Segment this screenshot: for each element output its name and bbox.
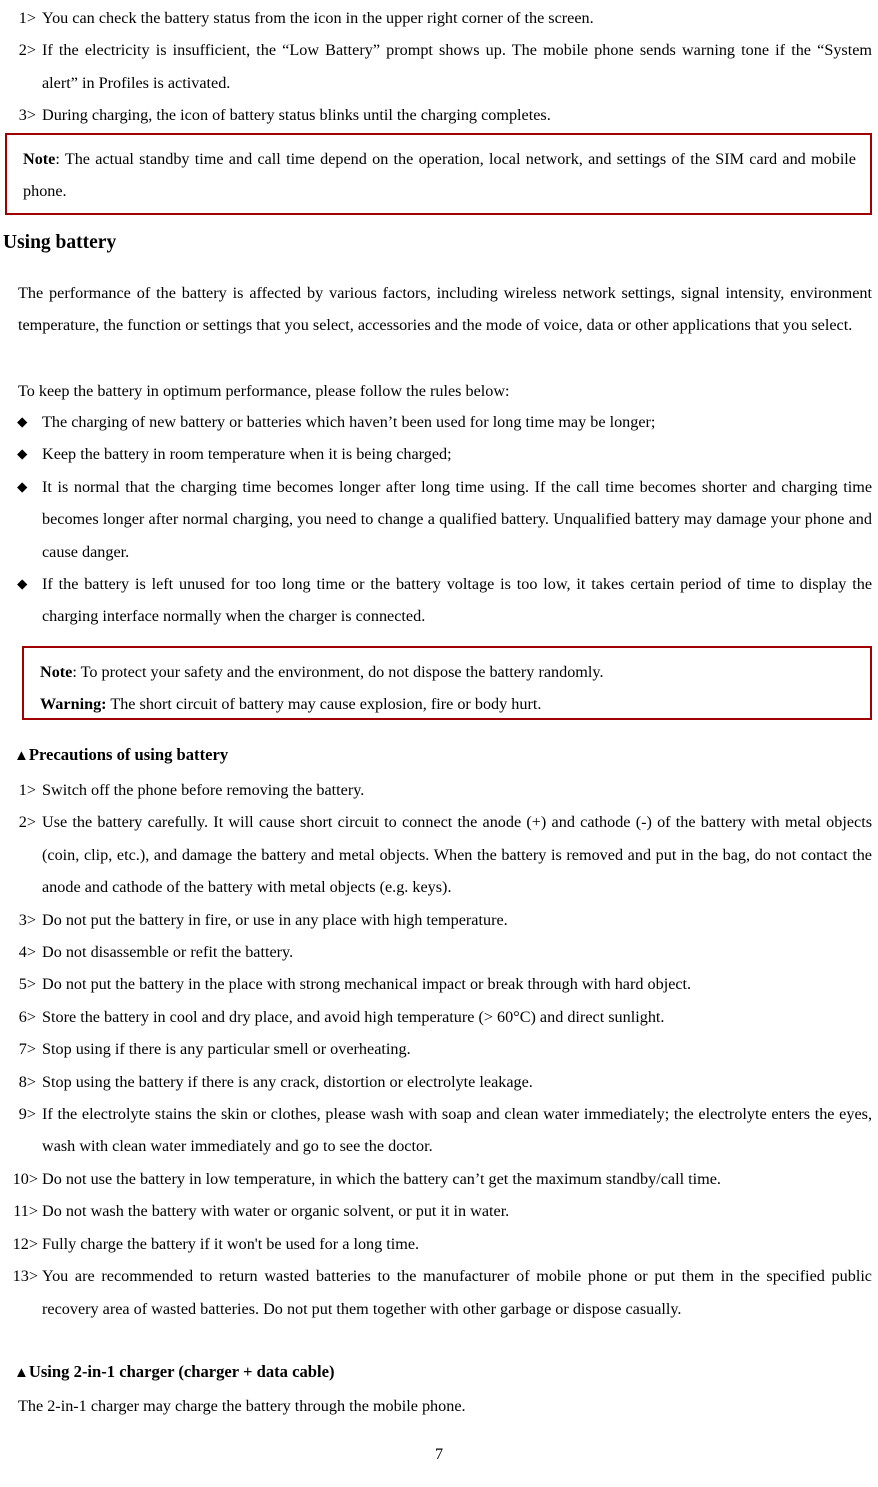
diamond-bullet-icon: ◆ [17, 576, 28, 592]
precaution-item: 10> Do not use the battery in low tempera… [0, 1163, 872, 1195]
precaution-marker: 9> [18, 1105, 36, 1124]
diamond-bullet-icon: ◆ [17, 414, 28, 429]
note-label: Note [40, 663, 73, 681]
precaution-item: 13> You are recommended to return wasted … [0, 1260, 872, 1325]
precaution-item: 6> Store the battery in cool and dry plac… [0, 1001, 872, 1033]
intro-list-text: You can check the battery status from th… [42, 9, 594, 27]
battery-rule-item: ◆ The charging of new battery or batterie… [0, 406, 872, 438]
battery-rule-text: It is normal that the charging time beco… [42, 477, 872, 561]
warning-paragraph: Warning: The short circuit of battery ma… [40, 688, 856, 720]
battery-rules-list: ◆ The charging of new battery or batterie… [0, 406, 872, 633]
precaution-item: 4> Do not disassemble or refit the batter… [0, 936, 872, 968]
precaution-text: Do not put the battery in fire, or use i… [42, 910, 508, 929]
precaution-text: Do not put the battery in the place with… [42, 975, 692, 994]
note-text: : The actual standby time and call time … [23, 150, 856, 201]
charger-paragraph: The 2-in-1 charger may charge the batter… [18, 1397, 466, 1415]
heading-using-2-in-1-charger: ▲Using 2-in-1 charger (charger + data ca… [14, 1360, 335, 1385]
battery-rule-item: ◆ Keep the battery in room temperature wh… [0, 438, 872, 470]
note-box-standby-time: Note: The actual standby time and call t… [5, 133, 872, 215]
warning-text: The short circuit of battery may cause e… [106, 695, 542, 714]
precaution-marker: 10> [12, 1169, 38, 1188]
heading-precautions-of-using-battery: ▲Precautions of using battery [14, 743, 228, 768]
precaution-marker: 5> [18, 975, 36, 994]
diamond-bullet-icon: ◆ [17, 478, 28, 494]
intro-list-item: 3> During charging, the icon of battery s… [0, 99, 872, 131]
page-number: 7 [434, 1445, 444, 1463]
precaution-marker: 12> [12, 1234, 38, 1253]
precaution-text: If the electrolyte stains the skin or cl… [42, 1105, 872, 1156]
intro-list-marker: 3> [18, 106, 36, 125]
precaution-item: 3> Do not put the battery in fire, or use… [0, 904, 872, 936]
battery-rule-item: ◆ It is normal that the charging time bec… [0, 471, 872, 568]
precaution-item: 9> If the electrolyte stains the skin or … [0, 1098, 872, 1163]
battery-rule-item: ◆ If the battery is left unused for too l… [0, 568, 872, 633]
note-box-standby-paragraph: Note: The actual standby time and call t… [23, 143, 856, 208]
battery-rule-text: The charging of new battery or batteries… [42, 413, 656, 431]
precaution-marker: 11> [13, 1202, 38, 1221]
intro-list-text: If the electricity is insufficient, the … [42, 41, 872, 92]
precaution-item: 8> Stop using the battery if there is any… [0, 1066, 872, 1098]
intro-list-marker: 1> [18, 9, 36, 27]
intro-numbered-list: 1> You can check the battery status from … [0, 2, 872, 132]
intro-list-marker: 2> [18, 41, 36, 60]
diamond-bullet-icon: ◆ [17, 446, 28, 462]
rules-intro-line: To keep the battery in optimum performan… [18, 382, 510, 400]
battery-rule-text: If the battery is left unused for too lo… [42, 575, 872, 626]
precaution-marker: 13> [12, 1267, 38, 1286]
triangle-icon: ▲ [14, 1365, 29, 1381]
heading-using-battery: Using battery [3, 232, 117, 253]
precaution-text: You are recommended to return wasted bat… [42, 1267, 872, 1318]
precaution-text: Stop using the battery if there is any c… [42, 1072, 533, 1091]
precaution-item: 5> Do not put the battery in the place wi… [0, 968, 872, 1000]
precaution-text: Fully charge the battery if it won't be … [42, 1234, 420, 1253]
precaution-text: Switch off the phone before removing the… [42, 781, 365, 799]
precaution-marker: 6> [18, 1007, 36, 1026]
precautions-numbered-list: 1> Switch off the phone before removing t… [0, 774, 872, 1325]
note-box-safety-warning: Note: To protect your safety and the env… [22, 646, 872, 720]
triangle-icon: ▲ [14, 748, 29, 764]
precaution-marker: 1> [18, 781, 36, 799]
precaution-text: Do not disassemble or refit the battery. [42, 943, 294, 962]
precaution-item: 12> Fully charge the battery if it won't … [0, 1228, 872, 1260]
precaution-item: 1> Switch off the phone before removing t… [0, 774, 872, 806]
heading-precautions-label: Precautions of using battery [28, 745, 229, 764]
warning-label: Warning: [40, 695, 107, 714]
precaution-marker: 8> [18, 1072, 36, 1091]
precaution-text: Use the battery carefully. It will cause… [42, 813, 872, 897]
document-page: 1> You can check the battery status from … [0, 0, 878, 1487]
precaution-text: Stop using if there is any particular sm… [42, 1040, 411, 1059]
note-text: : To protect your safety and the environ… [72, 663, 604, 681]
precaution-text: Do not use the battery in low temperatur… [42, 1169, 721, 1188]
precaution-text: Do not wash the battery with water or or… [42, 1202, 510, 1221]
intro-list-item: 2> If the electricity is insufficient, th… [0, 34, 872, 99]
heading-charger-label: Using 2-in-1 charger (charger + data cab… [28, 1362, 335, 1381]
intro-list-text: During charging, the icon of battery sta… [42, 106, 551, 125]
precaution-item: 2> Use the battery carefully. It will cau… [0, 806, 872, 903]
note-label: Note [23, 150, 56, 168]
battery-performance-paragraph: The performance of the battery is affect… [18, 284, 872, 335]
precaution-marker: 3> [18, 910, 36, 929]
note-safety-paragraph: Note: To protect your safety and the env… [40, 656, 856, 688]
precaution-item: 11> Do not wash the battery with water or… [0, 1195, 872, 1227]
precaution-marker: 2> [18, 813, 36, 832]
precaution-item: 7> Stop using if there is any particular … [0, 1033, 872, 1065]
precaution-marker: 7> [18, 1040, 36, 1059]
intro-list-item: 1> You can check the battery status from … [0, 2, 872, 34]
precaution-text: Store the battery in cool and dry place,… [42, 1007, 665, 1026]
precaution-marker: 4> [18, 943, 36, 962]
battery-rule-text: Keep the battery in room temperature whe… [42, 445, 452, 464]
